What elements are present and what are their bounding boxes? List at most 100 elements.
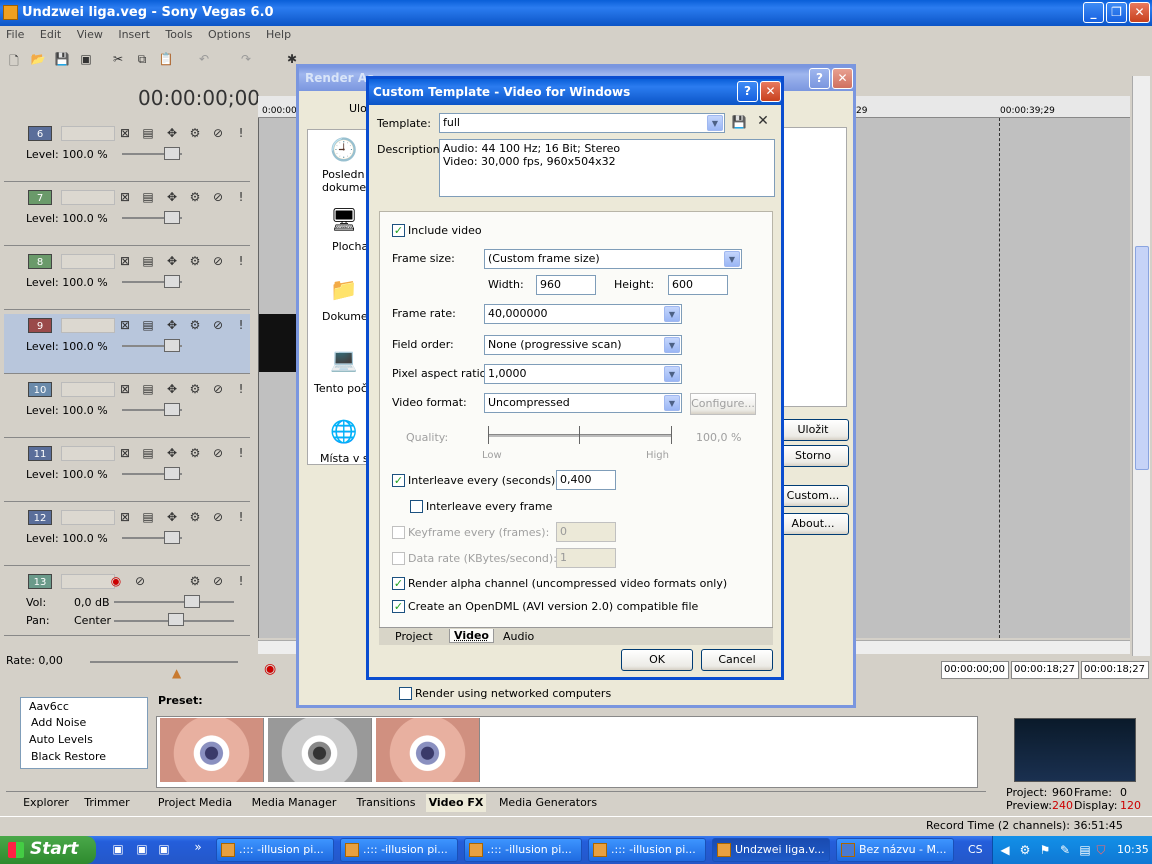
alert-icon[interactable]: ! [233, 382, 249, 396]
mute-icon[interactable]: ⊠ [117, 254, 133, 268]
new-file-icon[interactable]: 🗋 [6, 52, 22, 73]
paste-icon[interactable]: 📋 [158, 52, 174, 66]
preset-thumbnail-3[interactable] [376, 718, 480, 782]
my-computer-icon[interactable]: 💻 [330, 348, 357, 373]
track-10[interactable]: 10 ⊠ ▤ ✥ ⚙ ⊘ ! Level: 100.0 % [4, 378, 250, 438]
tab-transitions[interactable]: Transitions [350, 794, 422, 812]
width-input[interactable]: 960 [536, 275, 596, 295]
solo-icon[interactable]: ⊘ [210, 446, 226, 460]
keyframe-input[interactable]: 0 [556, 522, 616, 542]
vol-knob[interactable] [184, 595, 200, 608]
taskbar-button-active[interactable]: Undzwei liga.v... [712, 838, 830, 862]
place-network[interactable]: Místa v s [320, 452, 369, 465]
taskbar-button[interactable]: .::: -illusion pi... [216, 838, 334, 862]
motion-icon[interactable]: ✥ [164, 510, 180, 524]
chevron-down-icon[interactable]: ▼ [664, 337, 680, 353]
fx-item[interactable]: Black Restore [31, 750, 106, 763]
composite-icon[interactable]: ▤ [140, 318, 156, 332]
about-button[interactable]: About... [777, 513, 849, 535]
tray-icon[interactable]: ✎ [1057, 843, 1073, 857]
keyframe-checkbox[interactable] [392, 526, 405, 539]
level-knob[interactable] [164, 531, 180, 544]
opendml-checkbox[interactable]: ✓ [392, 600, 405, 613]
delete-template-icon[interactable]: ✕ [755, 113, 771, 129]
minimize-button[interactable]: _ [1083, 2, 1104, 23]
composite-icon[interactable]: ▤ [140, 190, 156, 204]
solo-icon[interactable]: ⊘ [210, 126, 226, 140]
preset-thumbnail-2[interactable] [268, 718, 372, 782]
track-13-audio[interactable]: 13 ◉ ⊘ ⚙ ⊘ ! Vol: 0,0 dB Pan: Center [4, 570, 250, 636]
network-icon[interactable]: 🌐 [330, 420, 357, 445]
track-name-field[interactable] [61, 574, 115, 589]
custom-help-button[interactable]: ? [737, 81, 758, 102]
track-name-field[interactable] [61, 126, 115, 141]
place-recent[interactable]: Posledn dokumen [322, 168, 373, 194]
fx-item[interactable]: Add Noise [31, 716, 86, 729]
composite-icon[interactable]: ▤ [140, 446, 156, 460]
taskbar-button[interactable]: .::: -illusion pi... [588, 838, 706, 862]
custom-button[interactable]: Custom... [777, 485, 849, 507]
level-knob[interactable] [164, 275, 180, 288]
fx-gear-icon[interactable]: ⚙ [187, 382, 203, 396]
video-clip[interactable] [259, 314, 299, 372]
track-7[interactable]: 7 ⊠ ▤ ✥ ⚙ ⊘ ! Level: 100.0 % [4, 186, 250, 246]
frame-rate-select[interactable]: 40,000000 ▼ [484, 304, 682, 324]
alert-icon[interactable]: ! [233, 574, 249, 588]
mute-icon[interactable]: ⊠ [117, 126, 133, 140]
fx-gear-icon[interactable]: ⚙ [187, 318, 203, 332]
preset-thumbnail-1[interactable] [160, 718, 264, 782]
interleave-input[interactable]: 0,400 [556, 470, 616, 490]
chevron-down-icon[interactable]: ▼ [664, 366, 680, 382]
menu-insert[interactable]: Insert [118, 28, 150, 41]
tab-video[interactable]: Video [449, 629, 494, 643]
menu-tools[interactable]: Tools [165, 28, 192, 41]
desktop-icon[interactable]: 🖥 [330, 208, 358, 233]
file-list[interactable] [783, 127, 847, 407]
track-name-field[interactable] [61, 190, 115, 205]
taskbar-button[interactable]: Bez názvu - M... [836, 838, 954, 862]
invert-phase-icon[interactable]: ⊘ [132, 574, 148, 588]
motion-icon[interactable]: ✥ [164, 254, 180, 268]
solo-icon[interactable]: ⊘ [210, 318, 226, 332]
documents-icon[interactable]: 📁 [330, 278, 357, 303]
taskbar-button[interactable]: .::: -illusion pi... [464, 838, 582, 862]
tab-trimmer[interactable]: Trimmer [82, 794, 132, 812]
fx-gear-icon[interactable]: ⚙ [187, 126, 203, 140]
tray-icon[interactable]: ⚑ [1037, 843, 1053, 857]
track-name-field[interactable] [61, 382, 115, 397]
configure-button[interactable]: Configure... [690, 393, 756, 415]
quicklaunch-icon[interactable]: ▣ [156, 842, 172, 856]
place-desktop[interactable]: Plocha [332, 240, 368, 253]
datarate-checkbox[interactable] [392, 552, 405, 565]
menu-options[interactable]: Options [208, 28, 250, 41]
ok-button[interactable]: OK [621, 649, 693, 671]
language-indicator[interactable]: CS [968, 843, 983, 856]
track-6[interactable]: 6 ⊠ ▤ ✥ ⚙ ⊘ ! Level: 100.0 % [4, 122, 250, 182]
solo-icon[interactable]: ⊘ [210, 510, 226, 524]
properties-icon[interactable]: ▣ [78, 52, 94, 66]
alert-icon[interactable]: ! [233, 510, 249, 524]
rate-slider[interactable] [90, 661, 238, 663]
interleave-checkbox[interactable]: ✓ [392, 474, 405, 487]
track-name-field[interactable] [61, 254, 115, 269]
motion-icon[interactable]: ✥ [164, 382, 180, 396]
render-help-button[interactable]: ? [809, 68, 830, 89]
motion-icon[interactable]: ✥ [164, 190, 180, 204]
tab-media-generators[interactable]: Media Generators [498, 794, 598, 812]
copy-icon[interactable]: ⧉ [134, 52, 150, 67]
level-knob[interactable] [164, 467, 180, 480]
level-knob[interactable] [164, 339, 180, 352]
scroll-thumb[interactable] [1135, 246, 1149, 470]
place-computer[interactable]: Tento počí [314, 382, 370, 395]
tab-project[interactable]: Project [395, 630, 433, 643]
cancel-button[interactable]: Cancel [701, 649, 773, 671]
tab-video-fx[interactable]: Video FX [426, 794, 486, 812]
redo-icon[interactable]: ↷ [238, 52, 254, 66]
tray-icon[interactable]: ⚙ [1017, 843, 1033, 857]
track-8[interactable]: 8 ⊠ ▤ ✥ ⚙ ⊘ ! Level: 100.0 % [4, 250, 250, 310]
chevron-down-icon[interactable]: ▼ [664, 306, 680, 322]
interleave-frame-checkbox[interactable] [410, 500, 423, 513]
motion-icon[interactable]: ✥ [164, 126, 180, 140]
height-input[interactable]: 600 [668, 275, 728, 295]
tray-icon[interactable]: ▤ [1077, 843, 1093, 857]
